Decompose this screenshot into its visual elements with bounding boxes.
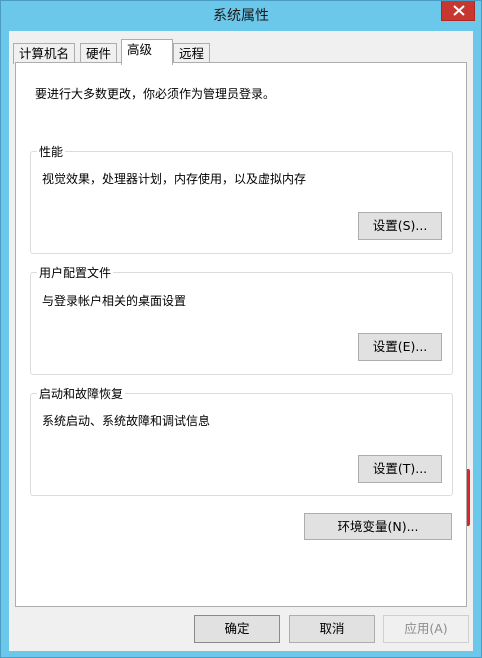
performance-description: 视觉效果，处理器计划，内存使用，以及虚拟内存 xyxy=(42,172,307,186)
startup-recovery-description: 系统启动、系统故障和调试信息 xyxy=(42,414,211,428)
startup-recovery-group: 启动和故障恢复 系统启动、系统故障和调试信息 设置(T)... xyxy=(30,385,453,496)
admin-notice: 要进行大多数更改，你必须作为管理员登录。 xyxy=(35,87,276,101)
performance-title: 性能 xyxy=(37,143,66,160)
user-profiles-description: 与登录帐户相关的桌面设置 xyxy=(42,294,187,308)
user-profiles-settings-button[interactable]: 设置(E)... xyxy=(358,333,442,361)
startup-recovery-title: 启动和故障恢复 xyxy=(37,385,126,402)
performance-settings-button[interactable]: 设置(S)... xyxy=(358,212,442,240)
performance-group: 性能 视觉效果，处理器计划，内存使用，以及虚拟内存 设置(S)... xyxy=(30,143,453,254)
advanced-tab-panel: 要进行大多数更改，你必须作为管理员登录。 性能 视觉效果，处理器计划，内存使用，… xyxy=(15,62,467,607)
tab-advanced[interactable]: 高级 xyxy=(121,39,173,65)
user-profiles-group: 用户配置文件 与登录帐户相关的桌面设置 设置(E)... xyxy=(30,264,453,375)
user-profiles-title: 用户配置文件 xyxy=(37,264,114,281)
dialog-client-area: 计算机名 硬件 高级 远程 要进行大多数更改，你必须作为管理员登录。 性能 视觉… xyxy=(9,31,473,651)
system-properties-window: 系统属性 计算机名 硬件 高级 远程 要进行大多数更改，你必须作为管理员登录。 … xyxy=(0,0,482,658)
environment-variables-button[interactable]: 环境变量(N)... xyxy=(304,513,452,540)
startup-recovery-settings-button[interactable]: 设置(T)... xyxy=(358,455,442,483)
